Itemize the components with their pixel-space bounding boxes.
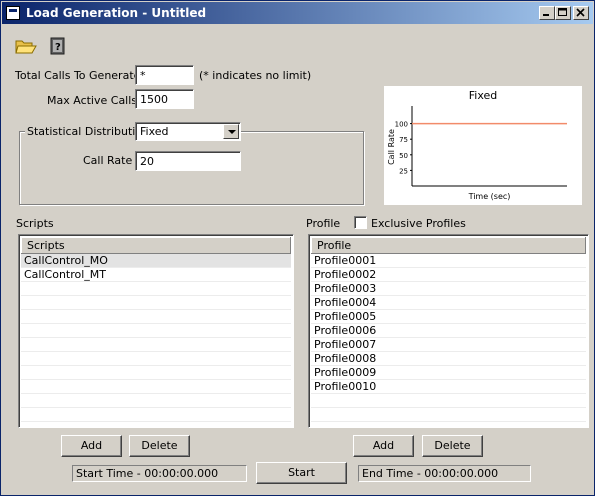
x-axis-label: Time (sec) [468,192,511,201]
max-active-calls-label: Max Active Calls [47,94,138,107]
start-time-status: Start Time - 00:00:00.000 [72,465,247,482]
empty-row[interactable] [21,310,291,324]
distribution-select[interactable]: Fixed [135,122,241,141]
scripts-delete-button[interactable]: Delete [129,435,190,457]
script-list-item[interactable]: CallControl_MO [21,254,291,268]
empty-row[interactable] [311,408,586,422]
empty-row[interactable] [21,282,291,296]
chevron-down-icon[interactable] [223,124,239,139]
scripts-add-button[interactable]: Add [61,435,122,457]
profile-list-item[interactable]: Profile0003 [311,282,586,296]
help-book-icon[interactable]: ? [49,37,67,58]
total-calls-input[interactable] [135,65,194,85]
minimize-icon [543,14,549,16]
scripts-column-header-label: Scripts [27,239,65,252]
empty-row[interactable] [21,380,291,394]
minimize-button[interactable] [539,6,555,20]
y-tick-label: 100 [395,121,408,129]
app-icon [6,6,20,20]
scripts-section-label: Scripts [16,217,54,230]
start-button[interactable]: Start [256,462,347,484]
profile-list-item[interactable]: Profile0004 [311,296,586,310]
y-tick-label: 75 [399,136,408,144]
call-rate-label: Call Rate [83,154,133,167]
distribution-value: Fixed [140,125,169,138]
max-active-calls-input[interactable] [135,89,194,109]
profile-list-item[interactable]: Profile0006 [311,324,586,338]
empty-row[interactable] [21,394,291,408]
close-button[interactable] [573,6,589,20]
profile-column-header[interactable]: Profile [311,237,586,254]
y-axis-label: Call Rate [387,129,396,165]
title-bar[interactable]: Load Generation - Untitled [2,2,593,24]
scripts-column-header[interactable]: Scripts [21,237,291,254]
profile-section-label: Profile [306,217,341,230]
profile-list-item[interactable]: Profile0007 [311,338,586,352]
y-tick-label: 50 [399,152,408,160]
profile-list-item[interactable]: Profile0008 [311,352,586,366]
profile-list-item[interactable]: Profile0009 [311,366,586,380]
window-title: Load Generation - Untitled [26,6,207,20]
maximize-icon [558,8,567,16]
profile-list-item[interactable]: Profile0002 [311,268,586,282]
empty-row[interactable] [311,394,586,408]
empty-row[interactable] [21,324,291,338]
script-list-item[interactable]: CallControl_MT [21,268,291,282]
empty-row[interactable] [21,338,291,352]
total-calls-label: Total Calls To Generate [15,69,141,82]
empty-row[interactable] [21,352,291,366]
scripts-list[interactable]: Scripts CallControl_MO CallControl_MT [18,234,294,428]
load-generation-window: Load Generation - Untitled ? Total Calls… [0,0,595,496]
profile-list-item[interactable]: Profile0001 [311,254,586,268]
svg-text:?: ? [55,42,61,53]
profile-column-header-label: Profile [317,239,352,252]
chart-svg: 100 75 50 25 Time (sec) Call Rate [387,106,567,201]
profile-rows: Profile0001 Profile0002 Profile0003 Profile… [311,254,586,425]
distribution-chart: Fixed 100 75 50 25 Time (sec) Call Rate [384,86,582,205]
end-time-status: End Time - 00:00:00.000 [358,465,531,482]
profile-list-item[interactable]: Profile0005 [311,310,586,324]
empty-row[interactable] [21,366,291,380]
scripts-rows: CallControl_MO CallControl_MT [21,254,291,425]
profile-list-item[interactable]: Profile0010 [311,380,586,394]
exclusive-profiles-checkbox[interactable] [354,216,367,229]
empty-row[interactable] [21,296,291,310]
y-tick-label: 25 [399,167,408,175]
profile-list[interactable]: Profile Profile0001 Profile0002 Profile000… [308,234,589,428]
folder-open-icon[interactable] [15,37,37,58]
maximize-button[interactable] [555,6,571,20]
exclusive-profiles-label: Exclusive Profiles [371,217,466,230]
close-icon [576,8,585,17]
empty-row[interactable] [21,408,291,422]
call-rate-input[interactable] [135,151,241,171]
total-calls-hint: (* indicates no limit) [199,69,312,82]
profile-add-button[interactable]: Add [353,435,414,457]
distribution-label: Statistical Distribution [25,125,152,138]
profile-delete-button[interactable]: Delete [422,435,483,457]
